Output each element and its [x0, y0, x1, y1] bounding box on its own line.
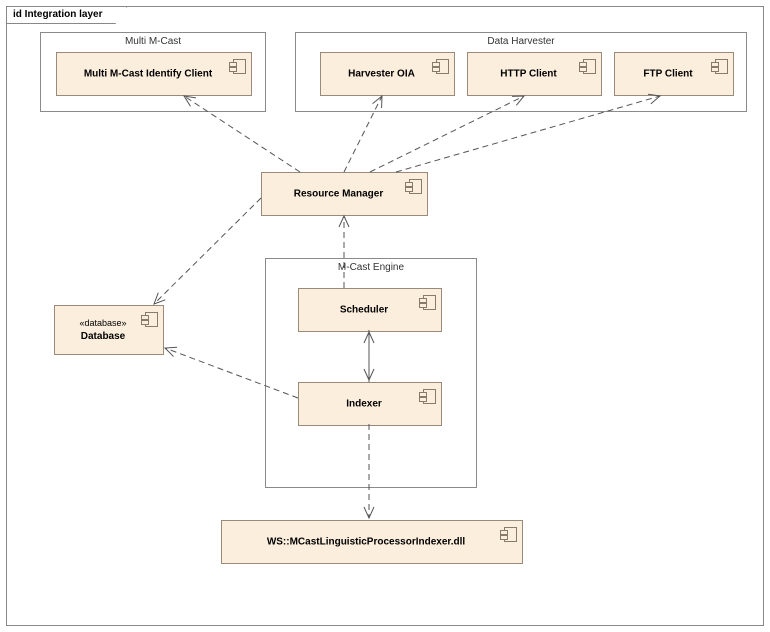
component-icon: [711, 59, 727, 73]
component-label: FTP Client: [623, 68, 713, 81]
diagram-canvas: id Integration layer Multi M-Cast Data H…: [0, 0, 770, 632]
frame-title-tab: id Integration layer: [6, 6, 127, 24]
component-icon: [405, 179, 421, 193]
component-label: Indexer: [307, 398, 421, 411]
stereotype: «database»: [63, 317, 143, 330]
component-label: HTTP Client: [476, 68, 581, 81]
component-icon: [229, 59, 245, 73]
component-database: «database» Database: [54, 305, 164, 355]
component-label: Harvester OIA: [329, 68, 434, 81]
component-http-client: HTTP Client: [467, 52, 602, 96]
component-resource-manager: Resource Manager: [261, 172, 428, 216]
component-icon: [419, 389, 435, 403]
frame-title: id Integration layer: [13, 9, 102, 20]
component-icon: [579, 59, 595, 73]
component-label: Resource Manager: [270, 188, 407, 201]
component-identify-client: Multi M-Cast Identify Client: [56, 52, 252, 96]
component-icon: [419, 295, 435, 309]
component-label: «database» Database: [63, 317, 143, 343]
label-text: Database: [81, 331, 125, 342]
component-icon: [432, 59, 448, 73]
component-scheduler: Scheduler: [298, 288, 442, 332]
component-ftp-client: FTP Client: [614, 52, 734, 96]
component-label: Scheduler: [307, 304, 421, 317]
component-icon: [141, 312, 157, 326]
package-title: Multi M-Cast: [41, 36, 265, 47]
component-label: Multi M-Cast Identify Client: [65, 68, 231, 81]
component-indexer: Indexer: [298, 382, 442, 426]
component-harvester-oia: Harvester OIA: [320, 52, 455, 96]
package-title: M-Cast Engine: [266, 262, 476, 273]
package-title: Data Harvester: [296, 36, 746, 47]
component-icon: [500, 527, 516, 541]
component-linguistic: WS::MCastLinguisticProcessorIndexer.dll: [221, 520, 523, 564]
component-label: WS::MCastLinguisticProcessorIndexer.dll: [230, 536, 502, 549]
